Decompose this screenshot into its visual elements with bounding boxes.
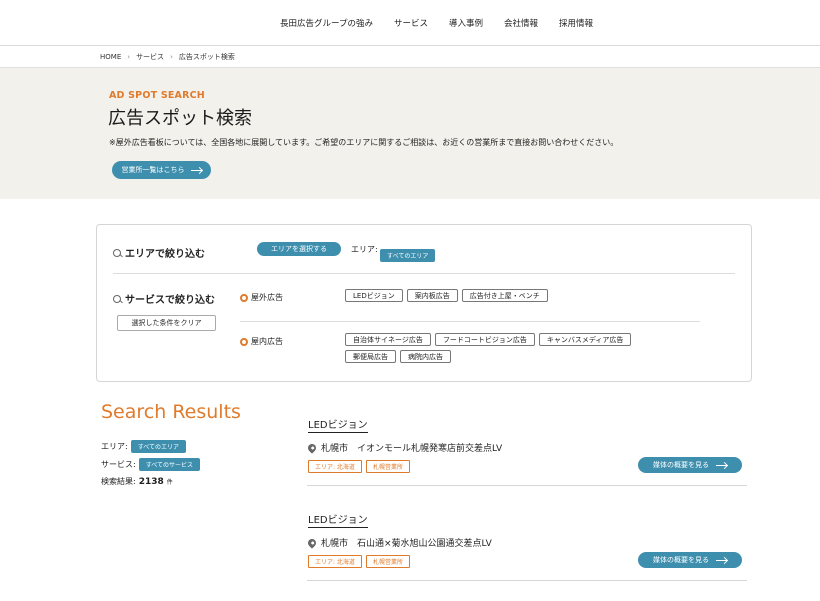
area-value-text: すべてのエリア bbox=[380, 249, 436, 262]
search-icon bbox=[113, 294, 121, 303]
area-filter-heading-text: エリアで絞り込む bbox=[125, 249, 205, 260]
office-list-button-label: 営業所一覧はこちら bbox=[121, 166, 185, 174]
chip-shelter-bench[interactable]: 広告付き上屋・ベンチ bbox=[461, 289, 548, 302]
arrow-right-icon bbox=[716, 464, 727, 466]
results-service-tag: すべてのサービス bbox=[138, 458, 201, 471]
nav-item-recruit[interactable]: 採用情報 bbox=[559, 17, 593, 29]
results-area-label: エリア: bbox=[101, 442, 128, 451]
chip-foodcourt-vision[interactable]: フードコートビジョン広告 bbox=[434, 333, 535, 346]
category-indoor-label: 屋内広告 bbox=[251, 337, 283, 346]
category-outdoor-label: 屋外広告 bbox=[251, 293, 283, 302]
result-office-tag: 札幌営業所 bbox=[365, 460, 410, 473]
search-icon bbox=[113, 248, 121, 257]
result-tags: エリア: 北海道 札幌営業所 bbox=[308, 460, 410, 473]
result-office-tag: 札幌営業所 bbox=[365, 555, 410, 568]
results-area: エリア: すべてのエリア bbox=[101, 440, 187, 453]
results-service: サービス: すべてのサービス bbox=[101, 458, 201, 471]
arrow-right-icon bbox=[190, 169, 202, 171]
area-label: エリア: bbox=[351, 245, 378, 254]
results-count-unit: 件 bbox=[166, 479, 173, 486]
results-count-value: 2138 bbox=[138, 476, 164, 487]
divider bbox=[240, 321, 700, 322]
chip-guide-board[interactable]: 案内板広告 bbox=[406, 289, 458, 302]
breadcrumb-current: 広告スポット検索 bbox=[178, 53, 235, 61]
chip-led-vision[interactable]: LEDビジョン bbox=[345, 289, 403, 302]
radio-icon bbox=[240, 337, 248, 346]
result-category[interactable]: LEDビジョン bbox=[308, 416, 368, 433]
map-pin-icon bbox=[306, 536, 318, 549]
hero-section: AD SPOT SEARCH 広告スポット検索 ※屋外広告看板については、全国各… bbox=[0, 68, 820, 199]
results-title: Search Results bbox=[101, 401, 241, 423]
results-service-label: サービス: bbox=[101, 460, 136, 469]
hero-subtitle: AD SPOT SEARCH bbox=[109, 90, 205, 101]
results-area-tag: すべてのエリア bbox=[130, 440, 187, 453]
view-media-button[interactable]: 媒体の概要を見る bbox=[638, 552, 742, 568]
radio-icon bbox=[240, 293, 248, 302]
map-pin-icon bbox=[306, 441, 318, 454]
nav-item-strengths[interactable]: 長田広告グループの強み bbox=[280, 17, 373, 29]
view-media-button-label: 媒体の概要を見る bbox=[653, 556, 709, 564]
site-header: 長田広告グループの強み サービス 導入事例 会社情報 採用情報 bbox=[0, 0, 820, 46]
view-media-button[interactable]: 媒体の概要を見る bbox=[638, 457, 742, 473]
view-media-button-label: 媒体の概要を見る bbox=[653, 461, 709, 469]
result-location: 札幌市 石山通×菊水旭山公園通交差点LV bbox=[306, 536, 492, 549]
outdoor-chips: LEDビジョン 案内板広告 広告付き上屋・ベンチ bbox=[345, 289, 735, 302]
select-area-button[interactable]: エリアを選択する bbox=[257, 242, 341, 256]
chip-municipal-signage[interactable]: 自治体サイネージ広告 bbox=[345, 333, 431, 346]
chevron-right-icon: › bbox=[170, 53, 173, 61]
result-area-tag: エリア: 北海道 bbox=[308, 460, 362, 473]
result-location-text: 札幌市 石山通×菊水旭山公園通交差点LV bbox=[321, 539, 492, 549]
service-filter-heading: サービスで絞り込む bbox=[113, 291, 215, 306]
nav-item-services[interactable]: サービス bbox=[394, 17, 428, 29]
result-location: 札幌市 イオンモール札幌発寒店前交差点LV bbox=[306, 441, 503, 454]
chip-canvas-media[interactable]: キャンバスメディア広告 bbox=[538, 333, 632, 346]
hero-note: ※屋外広告看板については、全国各地に展開しています。ご希望のエリアに関するご相談… bbox=[109, 138, 619, 147]
nav-item-cases[interactable]: 導入事例 bbox=[449, 17, 483, 29]
breadcrumb: HOME › サービス › 広告スポット検索 bbox=[100, 52, 235, 62]
result-location-text: 札幌市 イオンモール札幌発寒店前交差点LV bbox=[321, 444, 503, 454]
filter-panel: エリアで絞り込む エリアを選択する エリア: すべてのエリア サービスで絞り込む… bbox=[96, 224, 752, 382]
service-filter-heading-text: サービスで絞り込む bbox=[125, 295, 215, 306]
result-card: LEDビジョン 札幌市 石山通×菊水旭山公園通交差点LV エリア: 北海道 札幌… bbox=[306, 511, 747, 581]
indoor-chips: 自治体サイネージ広告 フードコートビジョン広告 キャンバスメディア広告 郵便局広… bbox=[345, 333, 675, 363]
results-count-label: 検索結果: bbox=[101, 477, 136, 486]
clear-conditions-button[interactable]: 選択した条件をクリア bbox=[117, 315, 216, 331]
global-nav: 長田広告グループの強み サービス 導入事例 会社情報 採用情報 bbox=[280, 17, 614, 29]
result-card: LEDビジョン 札幌市 イオンモール札幌発寒店前交差点LV エリア: 北海道 札… bbox=[306, 416, 747, 486]
chevron-right-icon: › bbox=[127, 53, 131, 61]
arrow-right-icon bbox=[716, 559, 727, 561]
category-outdoor[interactable]: 屋外広告 bbox=[240, 292, 283, 303]
nav-item-company[interactable]: 会社情報 bbox=[504, 17, 538, 29]
breadcrumb-home[interactable]: HOME bbox=[100, 53, 121, 61]
chip-hospital[interactable]: 病院内広告 bbox=[400, 350, 451, 363]
category-indoor[interactable]: 屋内広告 bbox=[240, 336, 283, 347]
result-category[interactable]: LEDビジョン bbox=[308, 511, 368, 528]
result-tags: エリア: 北海道 札幌営業所 bbox=[308, 555, 410, 568]
area-filter-heading: エリアで絞り込む bbox=[113, 245, 205, 260]
divider bbox=[113, 273, 735, 274]
page-title: 広告スポット検索 bbox=[108, 108, 252, 129]
area-value-tag: すべてのエリア bbox=[380, 243, 436, 262]
breadcrumb-services[interactable]: サービス bbox=[136, 52, 164, 62]
results-count: 検索結果: 2138 件 bbox=[101, 476, 173, 487]
result-area-tag: エリア: 北海道 bbox=[308, 555, 362, 568]
chip-post-office[interactable]: 郵便局広告 bbox=[345, 350, 396, 363]
office-list-button[interactable]: 営業所一覧はこちら bbox=[112, 161, 211, 179]
